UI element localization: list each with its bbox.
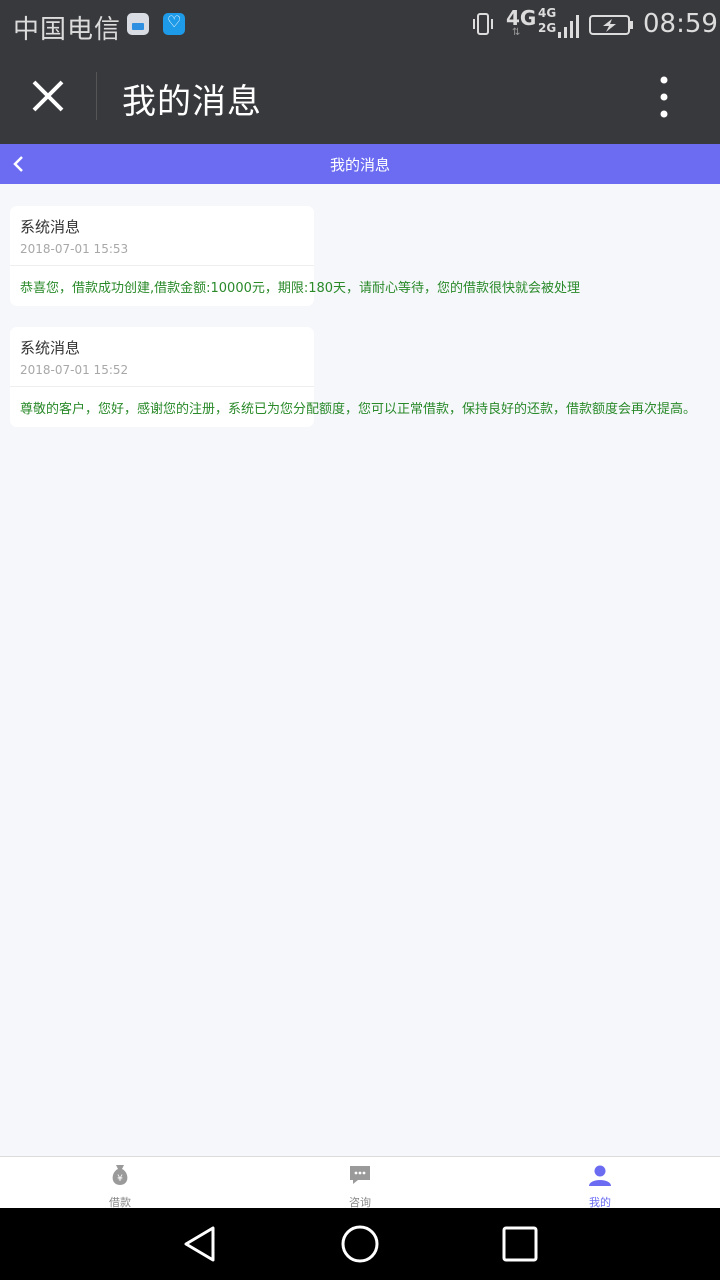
tab-loan[interactable]: ¥ 借款 (70, 1157, 170, 1209)
clock: 08:59 (643, 9, 718, 39)
system-back-icon[interactable] (180, 1224, 220, 1264)
message-body: 尊敬的客户，您好，感谢您的注册，系统已为您分配额度，您可以正常借款，保持良好的还… (20, 402, 697, 417)
network-type-primary: 4G (506, 6, 537, 30)
message-card[interactable]: 系统消息 2018-07-01 15:53 恭喜您，借款成功创建,借款金额:10… (10, 206, 580, 306)
vibrate-icon (473, 13, 493, 35)
back-chevron-icon[interactable] (6, 150, 34, 178)
message-title: 系统消息 (20, 339, 81, 357)
carrier-name: 中国电信 (13, 15, 122, 45)
system-home-icon[interactable] (340, 1224, 380, 1264)
money-bag-icon: ¥ (112, 1165, 128, 1185)
close-icon[interactable] (24, 72, 74, 122)
user-icon (589, 1165, 611, 1186)
card-divider (10, 386, 314, 387)
health-app-icon (163, 12, 185, 35)
message-body: 恭喜您，借款成功创建,借款金额:10000元，期限:180天，请耐心等待，您的借… (20, 281, 581, 296)
notification-app-icon (127, 13, 149, 35)
bottom-tab-bar: ¥ 借款 咨询 我的 (0, 1156, 720, 1209)
card-divider (10, 265, 314, 266)
message-time: 2018-07-01 15:53 (20, 242, 129, 256)
system-recents-icon[interactable] (500, 1224, 540, 1264)
page-title: 我的消息 (122, 82, 262, 122)
status-bar: 中国电信 4G ⇅ 4G 2G 08:59 (0, 0, 720, 50)
nav-title: 我的消息 (329, 156, 390, 174)
battery-charging-icon (589, 15, 633, 35)
svg-text:¥: ¥ (117, 1174, 123, 1184)
message-title: 系统消息 (20, 218, 81, 236)
message-card[interactable]: 系统消息 2018-07-01 15:52 尊敬的客户，您好，感谢您的注册，系统… (10, 327, 696, 427)
network-type-secondary: 4G 2G (538, 6, 557, 35)
system-nav-bar (0, 1208, 720, 1280)
tab-mine[interactable]: 我的 (550, 1157, 650, 1209)
message-time: 2018-07-01 15:52 (20, 363, 129, 377)
chat-bubble-icon (350, 1166, 370, 1184)
tab-consult[interactable]: 咨询 (310, 1157, 410, 1209)
app-header: 我的消息 (0, 50, 720, 144)
web-nav-bar: 我的消息 (0, 144, 720, 184)
signal-icon (558, 15, 579, 38)
header-divider (96, 72, 97, 120)
data-arrows-icon: ⇅ (512, 27, 521, 38)
more-options-icon[interactable] (648, 72, 680, 122)
